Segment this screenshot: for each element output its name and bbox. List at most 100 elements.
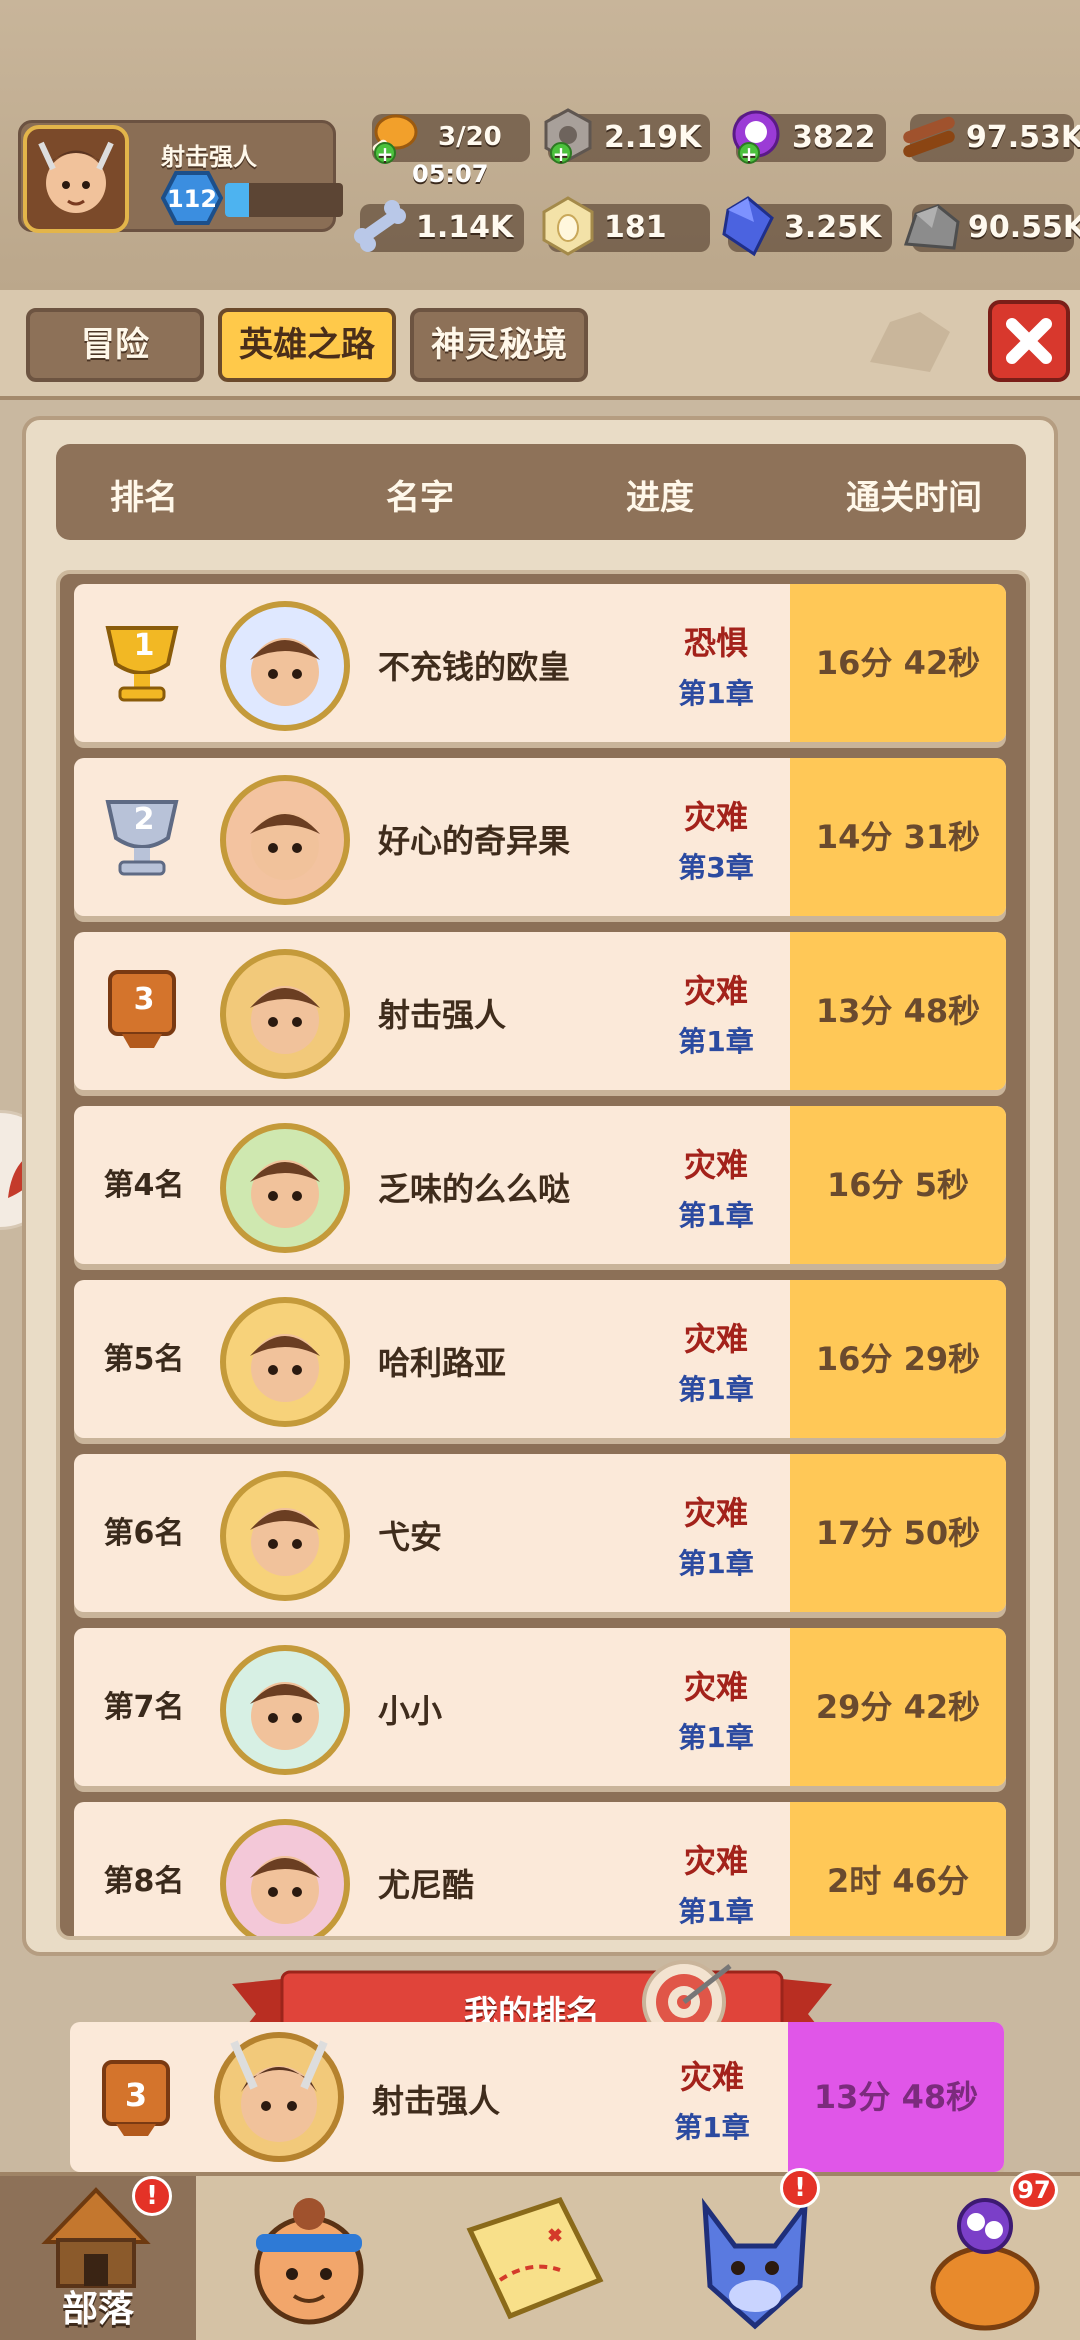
my-rank-row[interactable]: 3 射击强人 灾难 第1章 13分 48秒 <box>70 2022 1004 2172</box>
bag-count-badge: 97 <box>1010 2170 1058 2210</box>
header-time: 通关时间 <box>846 478 982 518</box>
my-difficulty: 灾难 <box>679 2058 744 2096</box>
bone-resource: 1.14K <box>354 200 524 252</box>
leaderboard-row[interactable]: 第5名 哈利路亚 灾难 第1章 16分 29秒 <box>74 1280 1006 1438</box>
rank-number: 2 <box>133 802 155 837</box>
clear-time-cell: 16分 42秒 <box>790 584 1006 742</box>
chapter-label: 第1章 <box>678 1199 754 1232</box>
close-button[interactable] <box>988 300 1070 382</box>
wood-logs-icon <box>903 116 955 158</box>
clear-time-cell: 17分 50秒 <box>790 1454 1006 1612</box>
gem-resource: 3.25K <box>722 196 892 257</box>
clear-time-cell: 16分 5秒 <box>790 1106 1006 1264</box>
leaderboard-row[interactable]: 第4名 乏味的么么哒 灾难 第1章 16分 5秒 <box>74 1106 1006 1264</box>
player-name-cell: 乏味的么么哒 <box>378 1170 571 1208</box>
difficulty-label: 灾难 <box>683 1842 748 1880</box>
orb-resource[interactable]: + 3822 <box>732 110 886 164</box>
level-progress-bar <box>225 183 343 217</box>
hero-avatar <box>220 1297 350 1427</box>
stamina-resource[interactable]: + 3/20 <box>372 114 530 164</box>
player-card[interactable]: 射击强人 112 <box>18 120 343 233</box>
hero-avatar <box>220 1123 350 1253</box>
clear-time-cell: 16分 29秒 <box>790 1280 1006 1438</box>
gem-value: 3.25K <box>784 210 882 245</box>
header-progress: 进度 <box>626 478 694 518</box>
tab-bar: 冒险 英雄之路 神灵秘境 <box>0 290 1080 400</box>
rank-number: 1 <box>133 628 155 663</box>
leaderboard-list[interactable]: 1 不充钱的欧皇 恐惧 第1章 16分 42秒 2 好心的奇异果 灾难 第3章 14分 31秒 3 射… <box>56 570 1030 1940</box>
chapter-label: 第1章 <box>678 1895 754 1928</box>
nut-resource[interactable]: + 2.19K <box>544 108 710 164</box>
hero-face-icon <box>254 2198 364 2325</box>
rank-label: 第8名 <box>103 1864 185 1899</box>
difficulty-label: 灾难 <box>683 1320 748 1358</box>
leaderboard-row[interactable]: 1 不充钱的欧皇 恐惧 第1章 16分 42秒 <box>74 584 1006 742</box>
hero-avatar <box>220 1819 350 1936</box>
clear-time-cell: 2时 46分 <box>790 1802 1006 1936</box>
leaderboard-row[interactable]: 第7名 小小 灾难 第1章 29分 42秒 <box>74 1628 1006 1786</box>
nav-tribe[interactable]: ! 部落 <box>0 2176 196 2340</box>
my-rank-number: 3 <box>124 2076 148 2114</box>
header-name: 名字 <box>386 478 454 518</box>
leaderboard-row[interactable]: 第8名 尤尼酷 灾难第1章 2时 46分 <box>74 1802 1006 1936</box>
player-name-cell: 哈利路亚 <box>378 1344 507 1382</box>
treasure-map-icon <box>466 2196 604 2320</box>
player-name-cell: 好心的奇异果 <box>378 822 571 860</box>
player-name-cell: 尤尼酷 <box>378 1866 475 1904</box>
tab-adventure[interactable]: 冒险 <box>26 308 204 382</box>
nav-pets[interactable]: ! <box>660 2168 856 2340</box>
add-nut-icon[interactable]: + <box>550 142 572 164</box>
chapter-label: 第1章 <box>678 677 754 710</box>
egg-value: 181 <box>604 210 667 245</box>
difficulty-label: 灾难 <box>683 1494 748 1532</box>
my-player-name: 射击强人 <box>372 2082 501 2120</box>
stone-resource: 90.55K <box>903 204 1080 252</box>
tab-hero-road[interactable]: 英雄之路 <box>218 308 396 382</box>
level-progress-fill <box>225 183 249 217</box>
add-orb-icon[interactable]: + <box>738 142 760 164</box>
add-stamina-icon[interactable]: + <box>374 142 396 164</box>
player-avatar <box>23 125 129 233</box>
difficulty-label: 灾难 <box>683 1668 748 1706</box>
loot-bag-icon <box>930 2198 1040 2331</box>
leaderboard-panel: 排名 名字 进度 通关时间 1 不充钱的欧皇 恐惧 第1章 16分 42秒 2 好心的奇异果… <box>22 416 1058 1956</box>
rank-label: 第7名 <box>103 1690 185 1725</box>
my-chapter: 第1章 <box>674 2111 750 2144</box>
hero-avatar <box>220 775 350 905</box>
tribe-alert-badge: ! <box>132 2176 172 2216</box>
my-clear-time: 13分 48秒 <box>788 2022 1004 2172</box>
player-name: 射击强人 <box>161 143 257 171</box>
wood-value: 97.53K <box>966 120 1080 155</box>
egg-icon <box>542 196 594 256</box>
leaderboard-row[interactable]: 3 射击强人 灾难 第1章 13分 48秒 <box>74 932 1006 1090</box>
clear-time-cell: 29分 42秒 <box>790 1628 1006 1786</box>
nut-value: 2.19K <box>604 120 702 155</box>
player-name-cell: 射击强人 <box>378 996 507 1034</box>
orb-value: 3822 <box>792 120 876 155</box>
chapter-label: 第1章 <box>678 1373 754 1406</box>
nav-heroes[interactable] <box>214 2176 410 2340</box>
difficulty-label: 灾难 <box>683 798 748 836</box>
rank-number: 3 <box>133 982 155 1017</box>
bottom-nav: ! 部落 ! 97 <box>0 2168 1080 2340</box>
rank-label: 第6名 <box>103 1516 185 1551</box>
leaderboard-row[interactable]: 第6名 弋安 灾难 第1章 17分 50秒 <box>74 1454 1006 1612</box>
tab-spirit-realm[interactable]: 神灵秘境 <box>410 308 588 382</box>
bone-value: 1.14K <box>416 210 514 245</box>
stamina-timer: 05:07 <box>412 160 489 188</box>
wolf-pet-icon <box>701 2197 809 2330</box>
clear-time-cell: 14分 31秒 <box>790 758 1006 916</box>
chapter-label: 第3章 <box>678 851 754 884</box>
stamina-value: 3/20 <box>438 122 502 152</box>
nav-bag[interactable]: 97 <box>884 2170 1080 2340</box>
nav-map[interactable] <box>436 2176 632 2340</box>
header-rank: 排名 <box>110 478 178 518</box>
leaderboard-row[interactable]: 2 好心的奇异果 灾难第3章 14分 31秒 <box>74 758 1006 916</box>
pets-alert-badge: ! <box>780 2168 820 2208</box>
player-name-cell: 弋安 <box>378 1518 443 1556</box>
stone-value: 90.55K <box>968 210 1080 245</box>
nav-tribe-label: 部落 <box>61 2289 134 2330</box>
difficulty-label: 灾难 <box>683 972 748 1010</box>
hero-avatar <box>220 601 350 731</box>
player-name-cell: 小小 <box>378 1692 443 1730</box>
